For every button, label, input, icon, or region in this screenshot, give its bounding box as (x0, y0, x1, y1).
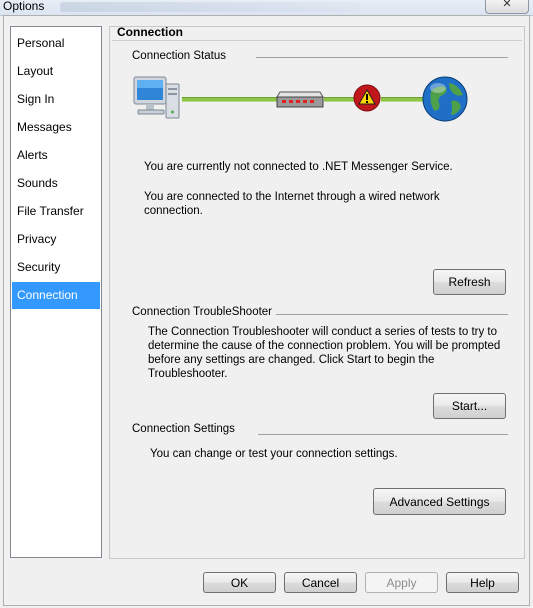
refresh-button[interactable]: Refresh (433, 269, 506, 295)
sidebar-item-privacy[interactable]: Privacy (12, 226, 100, 253)
computer-icon (132, 74, 182, 122)
wire-computer-hub (182, 97, 278, 102)
troubleshooter-description: The Connection Troubleshooter will condu… (148, 326, 501, 380)
sidebar-item-personal[interactable]: Personal (12, 30, 100, 57)
page-title: Connection (117, 25, 183, 39)
wire-hub-warning (324, 97, 354, 102)
category-list[interactable]: Personal Layout Sign In Messages Alerts … (10, 26, 102, 558)
help-button[interactable]: Help (446, 572, 519, 593)
window-close-button[interactable]: ✕ (485, 0, 529, 14)
ok-button[interactable]: OK (203, 572, 276, 593)
title-divider (112, 40, 522, 41)
sidebar-item-file-transfer[interactable]: File Transfer (12, 198, 100, 225)
title-bar: Options ✕ (0, 0, 533, 16)
connection-settings-description: You can change or test your connection s… (150, 448, 398, 460)
title-bar-blur (60, 2, 360, 12)
settings-divider (258, 434, 508, 435)
window-title: Options (3, 0, 45, 13)
globe-icon (421, 75, 469, 123)
apply-button[interactable]: Apply (365, 572, 438, 593)
sidebar-item-connection[interactable]: Connection (12, 282, 100, 309)
internet-status: You are connected to the Internet throug… (144, 191, 440, 217)
warning-icon (353, 84, 381, 112)
sidebar-item-layout[interactable]: Layout (12, 58, 100, 85)
connection-settings-heading: Connection Settings (132, 423, 235, 435)
connection-status-heading: Connection Status (132, 50, 226, 62)
sidebar-item-alerts[interactable]: Alerts (12, 142, 100, 169)
network-hub-icon (276, 88, 324, 110)
connection-diagram (132, 74, 472, 126)
sidebar-item-security[interactable]: Security (12, 254, 100, 281)
sidebar-item-messages[interactable]: Messages (12, 114, 100, 141)
not-connected-status: You are currently not connected to .NET … (144, 161, 453, 173)
status-divider (256, 57, 508, 58)
sidebar-item-sounds[interactable]: Sounds (12, 170, 100, 197)
start-troubleshooter-button[interactable]: Start... (433, 393, 506, 419)
sidebar-item-sign-in[interactable]: Sign In (12, 86, 100, 113)
cancel-button[interactable]: Cancel (284, 572, 357, 593)
wire-warning-globe (381, 97, 423, 102)
troubleshooter-divider (276, 314, 508, 315)
advanced-settings-button[interactable]: Advanced Settings (373, 488, 506, 515)
troubleshooter-heading: Connection TroubleShooter (132, 306, 273, 318)
